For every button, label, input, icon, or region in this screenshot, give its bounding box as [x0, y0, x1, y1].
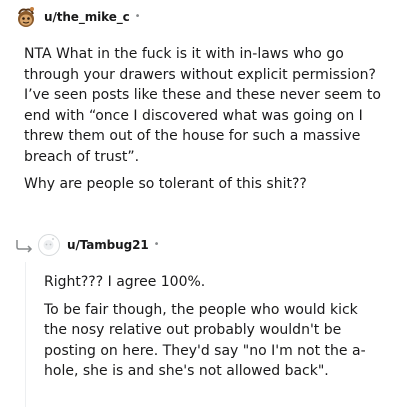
- comment-paragraph: To be fair though, the people who would …: [44, 301, 366, 380]
- snoo-avatar-icon[interactable]: [15, 5, 37, 29]
- comment-header: u/the_mike_c •: [0, 4, 400, 30]
- username[interactable]: u/Tambug21: [67, 238, 149, 252]
- comment-paragraph: NTA What in the fuck is it with in-laws …: [24, 46, 381, 165]
- reply-arrow-icon: [15, 238, 35, 253]
- default-avatar-icon[interactable]: [38, 234, 60, 256]
- reply-comment: u/Tambug21 • Right??? I agree 100%. To b…: [0, 232, 400, 407]
- separator-dot: •: [134, 11, 141, 22]
- comment-body: Right??? I agree 100%. To be fair though…: [44, 272, 382, 382]
- comment: u/the_mike_c • NTA What in the fuck is i…: [0, 4, 400, 202]
- comment-body: NTA What in the fuck is it with in-laws …: [24, 44, 382, 195]
- separator-dot: •: [153, 239, 160, 250]
- thread-line[interactable]: [25, 262, 26, 407]
- comment-header: u/Tambug21 •: [0, 232, 400, 258]
- comment-paragraph: Why are people so tolerant of this shit?…: [24, 176, 307, 192]
- username[interactable]: u/the_mike_c: [44, 10, 130, 24]
- comment-paragraph: Right??? I agree 100%.: [44, 274, 206, 290]
